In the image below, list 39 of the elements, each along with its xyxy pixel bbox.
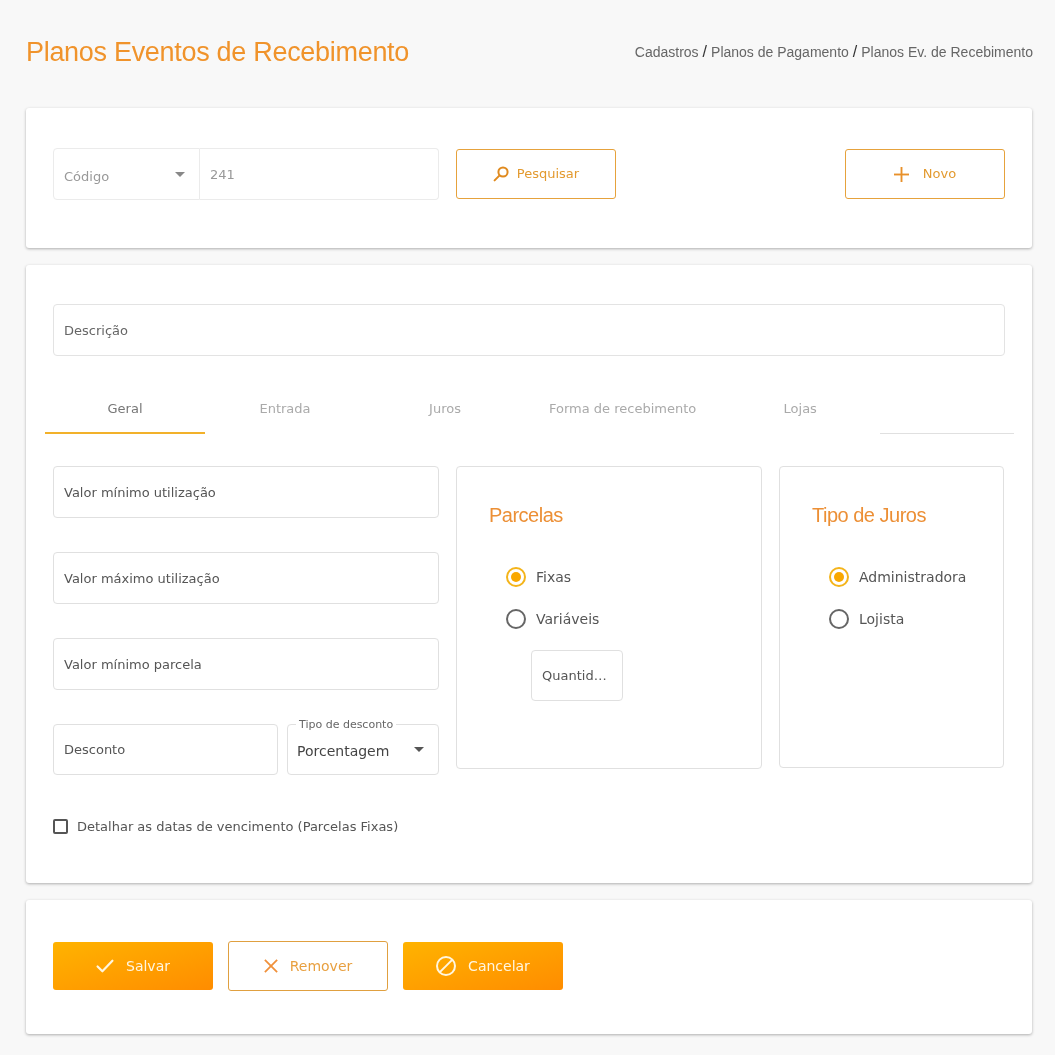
caret-icon — [414, 746, 424, 752]
panel-title: Parcelas — [489, 503, 563, 528]
search-field[interactable]: 241 — [200, 148, 439, 200]
radio-label: Variáveis — [536, 609, 600, 629]
ban-icon — [436, 956, 457, 976]
radio-button[interactable] — [506, 567, 526, 587]
breadcrumb-link[interactable]: Planos Ev. de Recebimento — [861, 41, 1033, 63]
radio-button[interactable] — [829, 609, 849, 629]
description-field[interactable]: Descrição — [53, 304, 1005, 356]
checkbox-label: Detalhar as datas de vencimento (Parcelas Fixas) — [77, 818, 399, 836]
save-button[interactable]: Salvar — [53, 942, 213, 990]
radio-button[interactable] — [506, 609, 526, 629]
discount-field[interactable]: Desconto — [53, 724, 278, 775]
panel-title: Tipo de Juros — [812, 503, 926, 528]
breadcrumb-separator: / — [702, 42, 708, 62]
breadcrumb-link[interactable]: Planos de Pagamento — [711, 41, 849, 63]
checkbox[interactable] — [53, 819, 68, 835]
page-title: Planos Eventos de Recebimento — [26, 36, 410, 69]
plus-icon — [893, 166, 909, 182]
discount-type-select[interactable]: Tipo de desconto Porcentagem — [287, 718, 439, 775]
radio-label: Lojista — [859, 609, 905, 629]
quantity-field[interactable]: Quantid… — [531, 650, 623, 701]
input-field[interactable]: Valor mínimo parcela — [53, 638, 439, 690]
new-button[interactable]: Novo — [845, 149, 1005, 199]
close-icon — [263, 959, 278, 973]
input-field[interactable]: Valor mínimo utilização — [53, 466, 439, 518]
search-button[interactable]: Pesquisar — [456, 149, 616, 199]
radio-label: Fixas — [536, 567, 572, 587]
input-field[interactable]: Valor máximo utilização — [53, 552, 439, 604]
breadcrumb-separator: / — [852, 42, 858, 62]
remove-button[interactable]: Remover — [228, 941, 388, 991]
search-icon — [492, 166, 509, 182]
filter-select[interactable]: Código — [53, 148, 200, 200]
caret-icon — [175, 171, 185, 177]
check-icon — [96, 959, 114, 973]
breadcrumb-link[interactable]: Cadastros — [634, 41, 699, 63]
radio-button[interactable] — [829, 567, 849, 587]
cancel-button[interactable]: Cancelar — [403, 942, 563, 990]
radio-label: Administradora — [859, 567, 967, 587]
